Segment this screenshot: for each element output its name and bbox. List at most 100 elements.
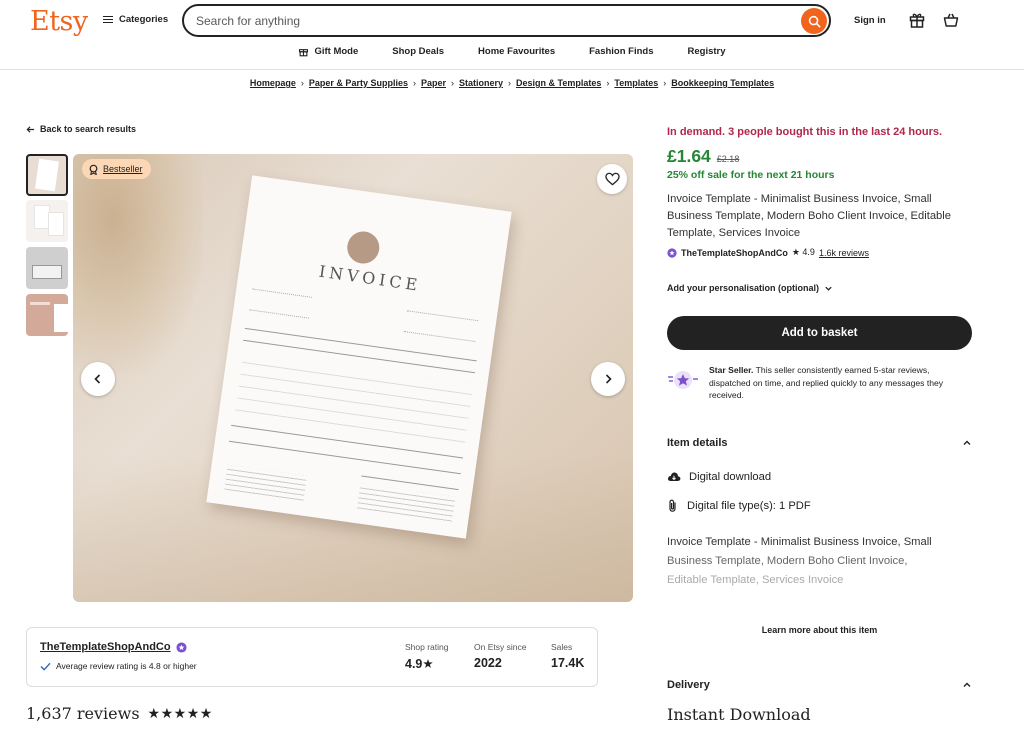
breadcrumb-link[interactable]: Homepage: [250, 78, 296, 88]
next-image-button[interactable]: [591, 362, 625, 396]
item-description: Invoice Template - Minimalist Business I…: [667, 533, 967, 590]
subnav-shop-deals[interactable]: Shop Deals: [392, 46, 444, 57]
subnav-registry[interactable]: Registry: [688, 46, 726, 57]
digital-download-label: Digital download: [689, 471, 772, 483]
star-seller-icon: [668, 371, 698, 389]
chevron-right-icon: ›: [508, 78, 511, 88]
star-rating: ★★★★★: [147, 705, 213, 721]
chevron-right-icon: ›: [300, 78, 304, 88]
star-seller-badge-icon: [176, 641, 187, 653]
item-details-header[interactable]: Item details: [667, 437, 972, 449]
add-to-basket-button[interactable]: Add to basket: [667, 316, 972, 350]
delivery-heading: Delivery: [667, 679, 710, 691]
stat-value: 4.9★: [405, 657, 434, 671]
award-icon: [89, 164, 98, 175]
favourite-button[interactable]: [597, 164, 627, 194]
chevron-right-icon: ›: [450, 78, 454, 88]
invoice-logo-circle: [345, 229, 382, 266]
invoice-meta-block: [403, 310, 479, 343]
on-etsy-since-stat: On Etsy since 2022: [474, 642, 526, 670]
stat-label: Sales: [551, 642, 573, 652]
back-label: Back to search results: [40, 124, 137, 134]
breadcrumb: Homepage › Paper & Party Supplies › Paper ›…: [0, 78, 1024, 88]
shop-rating-stat: Shop rating 4.9★: [405, 642, 448, 671]
average-rating-text: Average review rating is 4.8 or higher: [56, 661, 197, 671]
breadcrumb-link[interactable]: Stationery: [459, 78, 503, 88]
invoice-payment-block: [356, 483, 456, 523]
back-to-search-link[interactable]: Back to search results: [26, 124, 136, 134]
search-bar: [182, 4, 831, 37]
seller-rating: ★ 4.9: [791, 247, 815, 257]
categories-label: Categories: [119, 14, 169, 25]
thumbnail-paper: [48, 212, 64, 236]
subnav-home-favourites[interactable]: Home Favourites: [478, 46, 555, 57]
product-image[interactable]: INVOICE Bestseller: [73, 154, 633, 602]
breadcrumb-link[interactable]: Templates: [614, 78, 658, 88]
sales-stat: Sales 17.4K: [551, 642, 584, 670]
subnav-fashion-finds[interactable]: Fashion Finds: [589, 46, 653, 57]
description-line: Editable Template, Services Invoice: [667, 574, 844, 586]
original-price: £2.18: [716, 154, 740, 164]
gift-icon: [299, 49, 309, 57]
stat-label: Shop rating: [405, 642, 449, 652]
shop-name-link[interactable]: TheTemplateShopAndCo: [40, 641, 187, 653]
file-type-label: Digital file type(s): 1 PDF: [687, 500, 811, 512]
search-input[interactable]: [196, 12, 786, 30]
invoice-address-block: [249, 288, 312, 319]
search-icon: [808, 15, 820, 27]
bestseller-label: Bestseller: [103, 164, 143, 174]
stat-value: 17.4K: [551, 656, 585, 670]
pampas-grass-decoration: [73, 154, 203, 374]
thumbnail-1[interactable]: [26, 154, 68, 196]
subnav-label: Gift Mode: [314, 46, 359, 57]
subnav-gift-mode[interactable]: Gift Mode: [298, 46, 358, 57]
breadcrumb-link[interactable]: Bookkeeping Templates: [671, 78, 774, 88]
thumbnail-laptop: [32, 265, 62, 279]
price-block: £1.64 £2.18: [667, 146, 739, 167]
etsy-logo[interactable]: Etsy: [30, 6, 88, 37]
menu-icon: [103, 15, 113, 24]
gift-icon[interactable]: [908, 11, 926, 29]
chevron-right-icon: ›: [606, 78, 610, 88]
shop-name: TheTemplateShopAndCo: [40, 641, 171, 653]
star-seller-text: Star Seller. This seller consistently ea…: [709, 364, 971, 402]
demand-notice: In demand. 3 people bought this in the l…: [667, 126, 943, 138]
site-header: Etsy Categories Sign in Gift Mode Shop D…: [0, 0, 1024, 70]
invoice-business-block: [224, 464, 307, 502]
thumbnail-2[interactable]: [26, 200, 68, 242]
chevron-right-icon: ›: [412, 78, 416, 88]
seller-name-link[interactable]: TheTemplateShopAndCo: [681, 248, 788, 258]
reviews-link[interactable]: 1.6k reviews: [819, 248, 869, 258]
search-button[interactable]: [801, 8, 827, 34]
breadcrumb-link[interactable]: Paper & Party Supplies: [309, 78, 408, 88]
personalisation-toggle[interactable]: Add your personalisation (optional): [667, 283, 833, 293]
personalisation-label: Add your personalisation (optional): [667, 283, 820, 293]
arrow-left-icon: [26, 125, 35, 133]
learn-more-button[interactable]: Learn more about this item: [667, 625, 972, 635]
delivery-header[interactable]: Delivery: [667, 679, 972, 691]
thumbnail-paper: [54, 304, 68, 332]
thumbnail-4[interactable]: [26, 294, 68, 336]
breadcrumb-link[interactable]: Paper: [421, 78, 446, 88]
breadcrumb-link[interactable]: Design & Templates: [516, 78, 601, 88]
chevron-down-icon: [825, 286, 832, 291]
chevron-up-icon: [963, 440, 971, 445]
categories-button[interactable]: Categories: [103, 14, 168, 25]
star-seller-badge-icon: [667, 247, 677, 258]
star-seller-title: Star Seller.: [709, 365, 754, 375]
chevron-up-icon: [963, 682, 971, 687]
basket-icon[interactable]: [942, 11, 960, 29]
file-type-row: Digital file type(s): 1 PDF: [667, 499, 811, 513]
stat-label: On Etsy since: [474, 642, 527, 652]
chevron-right-icon: ›: [663, 78, 667, 88]
heart-icon: [604, 172, 620, 186]
thumbnail-3[interactable]: [26, 247, 68, 289]
sign-in-link[interactable]: Sign in: [854, 15, 886, 26]
previous-image-button[interactable]: [81, 362, 115, 396]
cloud-download-icon: [667, 472, 681, 481]
reviews-heading: 1,637 reviews ★★★★★: [26, 704, 213, 723]
reviews-count: 1,637 reviews: [26, 704, 140, 723]
thumbnail-text: [30, 302, 50, 305]
description-line: Business Template, Modern Boho Client In…: [667, 555, 908, 567]
paperclip-icon: [669, 499, 676, 512]
